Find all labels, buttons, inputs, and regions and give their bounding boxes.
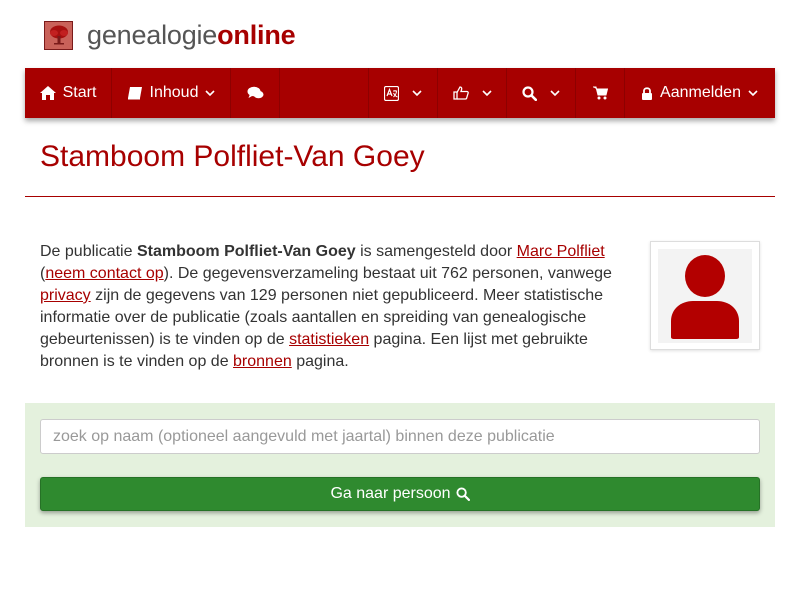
search-icon xyxy=(455,487,470,501)
person-search-panel: Ga naar persoon xyxy=(25,403,775,527)
nav-recommend[interactable] xyxy=(438,68,507,118)
book-icon xyxy=(127,87,142,100)
site-header: genealogieonline xyxy=(44,18,296,52)
intro-text: ). De gegevensverzameling bestaat uit 76… xyxy=(163,265,612,282)
home-icon xyxy=(39,86,56,100)
nav-inhoud-label: Inhoud xyxy=(149,84,199,101)
author-avatar[interactable] xyxy=(650,241,760,350)
chevron-down-icon xyxy=(205,89,216,96)
nav-inhoud[interactable]: Inhoud xyxy=(112,68,231,118)
publication-intro: De publicatie Stamboom Polfliet-Van Goey… xyxy=(40,241,622,373)
brand-part-online: online xyxy=(217,19,296,50)
contact-link[interactable]: neem contact op xyxy=(45,265,163,282)
main-navbar: Start Inhoud Aanmelden xyxy=(25,68,775,118)
nav-shop[interactable] xyxy=(576,68,625,118)
nav-start-label: Start xyxy=(62,84,97,101)
nav-login-label: Aanmelden xyxy=(660,84,741,101)
nav-start[interactable]: Start xyxy=(25,68,112,118)
author-link[interactable]: Marc Polfliet xyxy=(517,243,605,260)
intro-text: De publicatie xyxy=(40,243,137,260)
lock-icon xyxy=(642,86,653,100)
avatar-background xyxy=(658,248,752,343)
privacy-link[interactable]: privacy xyxy=(40,287,91,304)
nav-language[interactable] xyxy=(369,68,438,118)
nav-login[interactable]: Aanmelden xyxy=(625,68,774,118)
person-search-input[interactable] xyxy=(40,419,760,454)
intro-text: is samengesteld door xyxy=(355,243,517,260)
sources-link[interactable]: bronnen xyxy=(233,353,292,370)
brand-part-genealogie: genealogie xyxy=(87,19,218,50)
language-icon xyxy=(384,85,399,101)
nav-spacer xyxy=(280,68,369,118)
chevron-down-icon xyxy=(481,89,492,96)
shopping-cart-icon xyxy=(592,86,608,100)
intro-text: pagina. xyxy=(291,353,349,370)
title-divider xyxy=(25,196,775,197)
brand-name[interactable]: genealogieonline xyxy=(87,19,296,50)
go-to-person-button[interactable]: Ga naar persoon xyxy=(40,477,760,511)
chevron-down-icon xyxy=(550,89,560,96)
user-avatar-icon xyxy=(671,254,739,339)
search-icon xyxy=(522,85,537,101)
go-to-person-label: Ga naar persoon xyxy=(330,485,451,502)
publication-name: Stamboom Polfliet-Van Goey xyxy=(136,243,356,260)
chevron-down-icon xyxy=(412,89,422,96)
thumbs-up-icon xyxy=(452,86,469,100)
page-title: Stamboom Polfliet-Van Goey xyxy=(40,140,425,173)
nav-forum[interactable] xyxy=(231,68,280,118)
nav-search[interactable] xyxy=(507,68,576,118)
tree-logo-icon[interactable] xyxy=(44,20,73,50)
chevron-down-icon xyxy=(748,89,758,96)
statistics-link[interactable]: statistieken xyxy=(289,331,369,348)
comments-icon xyxy=(247,86,263,99)
